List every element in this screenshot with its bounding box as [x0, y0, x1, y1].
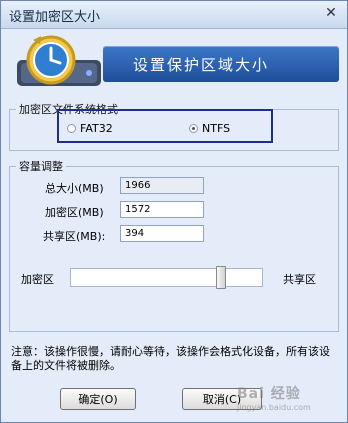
- title-bar: 设置加密区大小 ✕: [1, 1, 347, 29]
- ok-button[interactable]: 确定(O): [60, 388, 136, 410]
- encrypted-size-field[interactable]: [120, 201, 204, 218]
- radio-fat32-indicator[interactable]: [67, 124, 76, 133]
- radio-ntfs-label: NTFS: [202, 122, 231, 135]
- clock-drive-icon: [17, 35, 101, 86]
- radio-fat32-label: FAT32: [80, 122, 113, 135]
- watermark: Bai 经验 jingyan.baidu.com: [237, 383, 311, 412]
- radio-ntfs-indicator[interactable]: [189, 124, 198, 133]
- shared-size-field[interactable]: [120, 225, 204, 242]
- watermark-sub: jingyan.baidu.com: [237, 403, 311, 412]
- encrypted-size-label: 加密区(MB): [45, 206, 104, 219]
- slider-left-label: 加密区: [21, 273, 54, 286]
- capacity-legend: 容量调整: [19, 160, 63, 173]
- total-size-label: 总大小(MB): [45, 182, 104, 195]
- close-icon[interactable]: ✕: [323, 5, 339, 21]
- dialog-window: 设置加密区大小 ✕ 设置保护区域大小 加密区文件系统格式 FAT32 NTFS …: [0, 0, 348, 423]
- size-slider-thumb[interactable]: [216, 266, 226, 289]
- radio-fat32[interactable]: FAT32: [67, 122, 113, 135]
- watermark-text: Bai 经验: [237, 386, 301, 402]
- radio-ntfs[interactable]: NTFS: [189, 122, 230, 135]
- window-title: 设置加密区大小: [9, 10, 101, 25]
- slider-right-label: 共享区: [283, 273, 316, 286]
- banner-title: 设置保护区域大小: [133, 56, 270, 74]
- banner: 设置保护区域大小: [7, 32, 341, 94]
- size-slider-track[interactable]: [70, 268, 263, 287]
- warning-note: 注意：该操作很慢，请耐心等待，该操作会格式化设备，所有该设备上的文件将被删除。: [11, 345, 330, 372]
- shared-size-label: 共享区(MB):: [43, 230, 106, 243]
- total-size-field: [120, 177, 204, 194]
